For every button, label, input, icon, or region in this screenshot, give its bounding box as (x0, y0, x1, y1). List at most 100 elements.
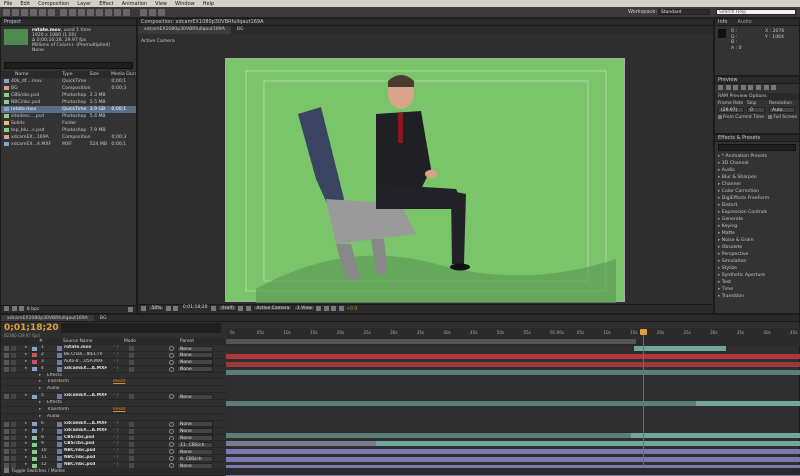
fx-switch-icon[interactable] (129, 435, 134, 441)
project-tab[interactable]: Project (1, 19, 136, 26)
new-folder-icon[interactable] (11, 306, 17, 311)
layer-duration-bar[interactable] (226, 456, 800, 462)
video-toggle-icon[interactable] (4, 346, 9, 351)
shy-switch-icon[interactable]: ◦ ∕ (113, 359, 118, 365)
roto-brush-tool-icon[interactable] (114, 9, 121, 16)
reset-link[interactable]: Reset (113, 379, 125, 385)
puppet-tool-icon[interactable] (123, 9, 130, 16)
bpc-label[interactable]: 8 bpc (27, 307, 40, 312)
layer-property-group[interactable]: ▸ Transform Reset (1, 407, 226, 414)
layer-duration-bar[interactable] (226, 401, 696, 407)
layer-duration-bar[interactable] (631, 432, 800, 438)
playhead-handle[interactable] (640, 329, 647, 335)
effect-category[interactable]: ▸ Distort (715, 202, 799, 209)
pen-tool-icon[interactable] (69, 9, 76, 16)
axis-icon[interactable] (140, 9, 147, 16)
video-toggle-icon[interactable] (4, 442, 9, 448)
view-axis-icon[interactable] (158, 9, 165, 16)
video-toggle-icon[interactable] (4, 449, 9, 455)
resolution-select-preview[interactable]: Auto (769, 107, 795, 113)
layer-property-group[interactable]: ▸ Effects (1, 400, 226, 408)
layer-source-name[interactable]: BS Chan...IRECTV (64, 352, 103, 358)
label-color-icon[interactable] (32, 360, 37, 365)
time-ruler[interactable]: 0s 05s 10s 15s 20s 25s 30s 35s 40s 45s 50s 55s 01:00… (226, 328, 800, 346)
layer-duration-bar[interactable] (226, 440, 376, 446)
timeline-layer-row[interactable]: ▸ 11 NBC/nbc.psd ◦ ∕ 9. CBS/ch (1, 455, 226, 463)
fx-switch-icon[interactable] (129, 366, 134, 372)
audio-toggle-icon[interactable] (11, 394, 16, 400)
parent-select[interactable]: None (177, 352, 213, 358)
effect-category[interactable]: ▸ Text (715, 279, 799, 286)
expand-triangle-icon[interactable]: ▸ (25, 359, 27, 365)
fx-switch-icon[interactable] (129, 449, 134, 455)
comp-viewer[interactable] (225, 58, 625, 303)
fx-switch-icon[interactable] (129, 428, 134, 434)
expand-triangle-icon[interactable]: ▸ (39, 373, 41, 379)
expand-triangle-icon[interactable]: ▸ (25, 421, 27, 427)
expand-triangle-icon[interactable]: ▸ (39, 407, 41, 413)
expand-triangle-icon[interactable]: ▸ (39, 400, 41, 406)
toggle-pixel-aspect-icon[interactable] (316, 305, 322, 311)
full-screen-checkbox[interactable] (768, 114, 773, 119)
shy-switch-icon[interactable]: ◦ ∕ (113, 441, 118, 447)
ram-preview-icon[interactable] (771, 85, 777, 90)
pick-whip-icon[interactable] (169, 449, 174, 455)
menu-help[interactable]: Help (199, 1, 218, 7)
ram-preview-options[interactable]: RAM Preview Options (715, 93, 799, 100)
expand-triangle-icon[interactable]: ▸ (25, 435, 27, 441)
pick-whip-icon[interactable] (169, 421, 174, 427)
audio-toggle-icon[interactable] (11, 352, 16, 358)
effect-category[interactable]: ▸ Blur & Sharpen (715, 174, 799, 181)
audio-toggle-icon[interactable] (11, 421, 16, 427)
pick-whip-icon[interactable] (169, 442, 174, 448)
timeline-layer-row[interactable]: ▸ 6 xdcamEX...A.MXF ◦ ∕ None (1, 421, 226, 428)
effect-category[interactable]: ▸ Simulation (715, 258, 799, 265)
timeline-layer-row[interactable]: ▸ 10 NBC/nbc.psd ◦ ∕ None (1, 448, 226, 456)
parent-select[interactable]: None (177, 448, 213, 455)
resolution-select[interactable]: (Half) (218, 305, 237, 311)
layer-property-group[interactable]: ▸ Effects (1, 373, 226, 380)
col-duration[interactable]: Media Dura (111, 71, 136, 78)
comp-subtab-main[interactable]: xdcamEX1080p30VBRfullqaut169A (138, 26, 231, 34)
project-item[interactable]: NBC/nbc.psd Photoshop 5.5 MB (1, 99, 136, 106)
selection-tool-icon[interactable] (3, 9, 10, 16)
effect-category[interactable]: ▸ * Animation Presets (715, 153, 799, 160)
effect-category[interactable]: ▸ Transition (715, 293, 799, 300)
play-icon[interactable] (733, 85, 739, 90)
menu-edit[interactable]: Edit (16, 1, 34, 7)
pick-whip-icon[interactable] (169, 346, 174, 351)
video-toggle-icon[interactable] (4, 359, 9, 365)
layer-source-name[interactable]: xdcamEX...A.MXF (64, 421, 107, 427)
label-color-icon[interactable] (32, 442, 37, 447)
mute-icon[interactable] (755, 85, 761, 90)
parent-select[interactable]: None (177, 345, 213, 351)
expand-triangle-icon[interactable]: ▸ (39, 414, 41, 420)
fx-switch-icon[interactable] (129, 442, 134, 448)
label-color-icon[interactable] (32, 394, 37, 399)
expand-triangle-icon[interactable]: ▸ (25, 352, 27, 358)
preview-tab[interactable]: Preview (715, 77, 799, 84)
expand-triangle-icon[interactable]: ▸ (25, 345, 27, 351)
pan-behind-tool-icon[interactable] (48, 9, 55, 16)
new-comp-icon[interactable] (19, 306, 25, 311)
toggle-switches-icon[interactable] (4, 468, 9, 473)
audio-toggle-icon[interactable] (11, 359, 16, 365)
expand-triangle-icon[interactable]: ▸ (25, 393, 27, 399)
label-color-icon[interactable] (32, 429, 37, 434)
menu-effect[interactable]: Effect (95, 1, 117, 7)
shy-switch-icon[interactable]: ◦ ∕ (113, 435, 118, 441)
expand-triangle-icon[interactable]: ▸ (25, 428, 27, 434)
shy-switch-icon[interactable]: ◦ ∕ (113, 366, 118, 372)
frame-rate-select[interactable]: (29.97) (718, 107, 744, 113)
timeline-layer-row[interactable]: ▸ 1 rotate.mov ◦ ∕ None (1, 345, 226, 352)
project-item[interactable]: BG Composition 0;00;3 (1, 85, 136, 92)
timeline-tab-bg[interactable]: BG (94, 315, 113, 321)
pick-whip-icon[interactable] (169, 394, 174, 400)
zoom-tool-icon[interactable] (21, 9, 28, 16)
project-item[interactable]: 40k_df....mov QuickTime 0;00;1 (1, 78, 136, 85)
col-parent[interactable]: Parent (180, 338, 194, 345)
shy-switch-icon[interactable]: ◦ ∕ (113, 421, 118, 427)
fx-switch-icon[interactable] (129, 352, 134, 358)
video-toggle-icon[interactable] (4, 394, 9, 400)
menu-animation[interactable]: Animation (118, 1, 152, 7)
